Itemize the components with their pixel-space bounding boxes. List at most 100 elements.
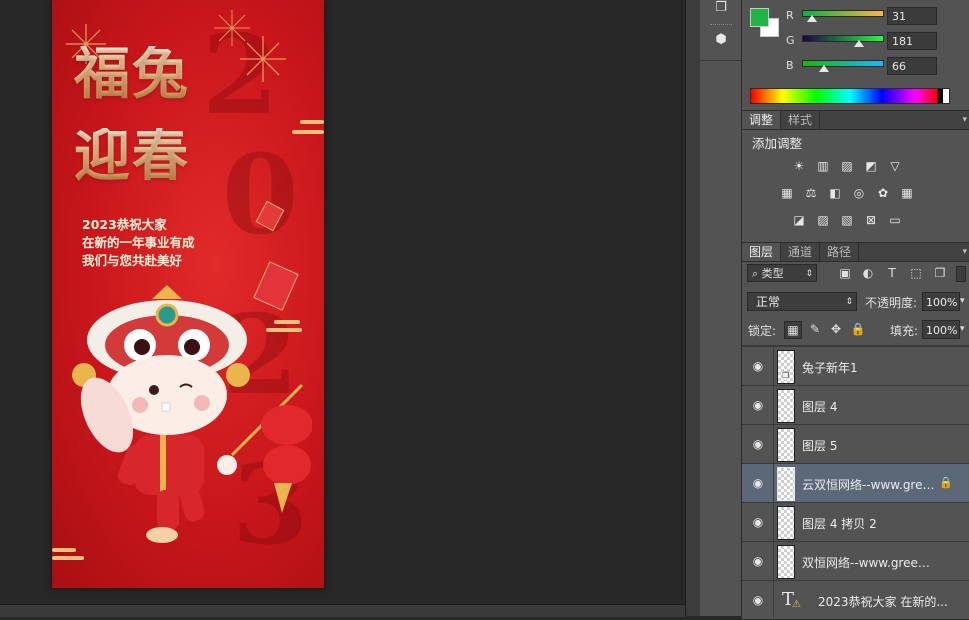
- panel-menu-icon[interactable]: ▾: [962, 243, 967, 261]
- layer-name[interactable]: 图层 4 拷贝 2: [802, 515, 937, 532]
- fill-input[interactable]: 100%: [922, 320, 960, 339]
- lock-position-icon[interactable]: ✥: [828, 321, 844, 337]
- layer-filter-select[interactable]: ⌕ 类型 ⇕: [747, 264, 817, 282]
- green-value-input[interactable]: 181: [887, 32, 937, 50]
- visibility-eye-icon[interactable]: ◉: [750, 593, 766, 607]
- curves-icon[interactable]: ▨: [839, 159, 855, 173]
- layer-row[interactable]: ◉ 图层 4 拷贝 2: [742, 502, 969, 542]
- visibility-eye-icon[interactable]: ◉: [750, 554, 766, 568]
- layer-row[interactable]: ◉ 图层 4: [742, 385, 969, 425]
- layer-name[interactable]: 双恒网络--www.gree020.cn: [802, 554, 937, 571]
- brightness-contrast-icon[interactable]: ☀: [791, 159, 807, 173]
- visibility-eye-icon[interactable]: ◉: [750, 398, 766, 412]
- chevron-down-icon[interactable]: ▾: [960, 292, 969, 311]
- chevron-down-icon[interactable]: ▾: [960, 320, 969, 339]
- threshold-icon[interactable]: ▧: [839, 213, 855, 227]
- layer-thumbnail: [777, 467, 795, 501]
- filter-pixel-icon[interactable]: ▣: [838, 266, 852, 280]
- layer-thumbnail: [777, 506, 795, 540]
- color-lookup-icon[interactable]: ▦: [899, 186, 915, 200]
- 3d-panel-icon[interactable]: ⬢: [709, 32, 733, 52]
- artboard-poster[interactable]: 2 0 2 3 福兔 迎春 2023恭祝大家 在新的一年事业有成 我们与您共赴美…: [52, 0, 324, 588]
- blue-slider-thumb[interactable]: [819, 65, 829, 72]
- document-canvas[interactable]: 2 0 2 3 福兔 迎春 2023恭祝大家 在新的一年事业有成 我们与您共赴美…: [0, 0, 685, 604]
- invert-icon[interactable]: ◪: [791, 213, 807, 227]
- row-separator: [773, 542, 774, 581]
- filter-type-icon[interactable]: T: [885, 266, 899, 280]
- photo-filter-icon[interactable]: ◎: [851, 186, 867, 200]
- blue-channel-label: B: [786, 59, 794, 72]
- horizontal-scrollbar[interactable]: [0, 604, 685, 617]
- green-slider-thumb[interactable]: [854, 40, 864, 47]
- panel-menu-icon[interactable]: ▾: [962, 111, 967, 129]
- tab-styles[interactable]: 样式: [781, 111, 821, 129]
- history-panel-icon[interactable]: ❐: [709, 0, 733, 20]
- layers-tab-bar: 图层 通道 路径 ▾: [742, 242, 969, 262]
- greeting-line-1: 2023恭祝大家: [82, 217, 167, 232]
- add-adjustment-heading: 添加调整: [752, 136, 803, 151]
- levels-icon[interactable]: ▥: [815, 159, 831, 173]
- chevron-updown-icon: ⇕: [805, 269, 813, 279]
- filter-kind-value: 类型: [761, 267, 784, 280]
- filter-toggle-switch[interactable]: [956, 266, 966, 282]
- bg-digit-2: 0: [222, 130, 299, 259]
- layer-name[interactable]: 2023恭祝大家 在新的...: [818, 593, 948, 610]
- filter-shape-icon[interactable]: ⬚: [909, 266, 923, 280]
- color-balance-icon[interactable]: ⚖: [803, 186, 819, 200]
- visibility-eye-icon[interactable]: ◉: [750, 437, 766, 451]
- visibility-eye-icon[interactable]: ◉: [750, 359, 766, 373]
- greeting-line-3: 我们与您共赴美好: [82, 253, 183, 268]
- gradient-map-icon[interactable]: ▭: [887, 213, 903, 227]
- opacity-label: 不透明度:: [865, 296, 918, 310]
- red-value-input[interactable]: 31: [887, 7, 937, 25]
- tab-channels[interactable]: 通道: [781, 243, 821, 261]
- lock-image-pixels-icon[interactable]: ✎: [807, 321, 823, 337]
- cloud-decoration: [52, 556, 84, 560]
- layer-row[interactable]: ◉ ❐ 兔子新年1: [742, 346, 969, 386]
- lock-transparent-pixels-icon[interactable]: ▦: [784, 321, 802, 339]
- blend-mode-select[interactable]: 正常 ⇕: [747, 292, 857, 311]
- visibility-eye-icon[interactable]: ◉: [750, 476, 766, 490]
- hue-saturation-icon[interactable]: ▦: [779, 186, 795, 200]
- red-slider-thumb[interactable]: [807, 15, 817, 22]
- layer-name[interactable]: 兔子新年1: [802, 359, 937, 376]
- blue-value-input[interactable]: 66: [887, 57, 937, 75]
- layer-name[interactable]: 云双恒网络--www.gree...: [802, 476, 937, 493]
- tab-adjustments[interactable]: 调整: [742, 111, 782, 129]
- exposure-icon[interactable]: ◩: [863, 159, 879, 173]
- layer-name[interactable]: 图层 4: [802, 398, 937, 415]
- filter-adjustment-icon[interactable]: ◐: [861, 266, 875, 280]
- tab-layers[interactable]: 图层: [742, 243, 782, 261]
- filter-smart-object-icon[interactable]: ❐: [933, 266, 947, 280]
- lock-all-icon[interactable]: 🔒: [850, 321, 866, 337]
- row-separator: [773, 425, 774, 464]
- color-spectrum-ramp[interactable]: [750, 88, 950, 104]
- blue-slider-track[interactable]: [802, 60, 884, 67]
- green-slider-track[interactable]: [802, 35, 884, 42]
- layer-thumbnail: [777, 389, 795, 423]
- greeting-line-2: 在新的一年事业有成: [82, 235, 195, 250]
- visibility-eye-icon[interactable]: ◉: [750, 515, 766, 529]
- layer-row[interactable]: ◉ 图层 5: [742, 424, 969, 464]
- layer-row[interactable]: ◉ T ⚠ 2023恭祝大家 在新的...: [742, 580, 969, 620]
- smart-object-badge-icon: ❐: [782, 371, 790, 380]
- foreground-color-swatch[interactable]: [750, 8, 769, 27]
- layer-row-selected[interactable]: ◉ 云双恒网络--www.gree... 🔒: [742, 463, 969, 503]
- tab-paths[interactable]: 路径: [820, 243, 860, 261]
- layer-name[interactable]: 图层 5: [802, 437, 937, 454]
- lock-label: 锁定:: [748, 324, 777, 338]
- layer-row[interactable]: ◉ 双恒网络--www.gree020.cn: [742, 541, 969, 581]
- vertical-scrollbar[interactable]: [685, 0, 701, 616]
- collapsed-panel-strip: ❐ ⬢: [700, 0, 742, 616]
- search-icon: ⌕: [752, 267, 762, 280]
- opacity-input[interactable]: 100%: [922, 292, 960, 311]
- posterize-icon[interactable]: ▨: [815, 213, 831, 227]
- vibrance-icon[interactable]: ▽: [887, 159, 903, 173]
- layer-thumbnail: [777, 428, 795, 462]
- channel-mixer-icon[interactable]: ✿: [875, 186, 891, 200]
- selective-color-icon[interactable]: ⊠: [863, 213, 879, 227]
- adjustments-tab-bar: 调整 样式 ▾: [742, 110, 969, 130]
- row-separator: [773, 503, 774, 542]
- black-white-icon[interactable]: ◧: [827, 186, 843, 200]
- strip-divider: [700, 60, 741, 61]
